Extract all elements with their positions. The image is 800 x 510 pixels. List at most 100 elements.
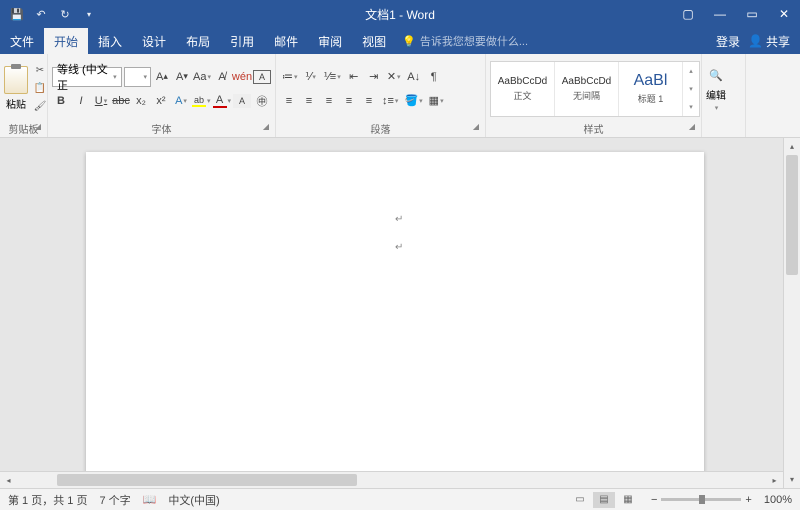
phonetic-guide-button[interactable]: wén [233, 67, 251, 87]
paste-button[interactable]: 粘贴 [4, 66, 28, 111]
tab-design[interactable]: 设计 [132, 28, 176, 54]
font-launcher-icon[interactable]: ◢ [263, 122, 269, 131]
clipboard-launcher-icon[interactable]: ◢ [35, 122, 41, 131]
borders-button[interactable]: ▦▾ [427, 91, 446, 111]
scroll-down-icon[interactable]: ▾ [784, 471, 800, 488]
language-status[interactable]: 中文(中国) [168, 492, 219, 508]
find-icon[interactable]: 🔍 [707, 65, 725, 85]
editing-more-icon[interactable]: ▾ [715, 104, 719, 112]
spellcheck-icon[interactable]: 📖 [143, 493, 157, 506]
tab-mailings[interactable]: 邮件 [264, 28, 308, 54]
vertical-scrollbar[interactable]: ▴ ▾ [783, 138, 800, 488]
justify-button[interactable]: ≡ [340, 91, 358, 111]
format-painter-icon[interactable]: 🖌 [32, 99, 48, 115]
subscript-button[interactable]: x₂ [132, 91, 150, 111]
enclose-char-button[interactable]: ㊥ [253, 91, 271, 111]
copy-icon[interactable]: 📋 [32, 81, 48, 97]
page[interactable]: ↵ ↵ [86, 152, 704, 488]
group-clipboard: 粘贴 ✂ 📋 🖌 剪贴板◢ [0, 54, 48, 137]
login-link[interactable]: 登录 [716, 33, 740, 50]
qat-more-icon[interactable]: ▾ [80, 5, 98, 23]
zoom-thumb[interactable] [699, 495, 705, 504]
align-left-button[interactable]: ≡ [280, 91, 298, 111]
decrease-indent-button[interactable]: ⇤ [345, 67, 363, 87]
bold-button[interactable]: B [52, 91, 70, 111]
styles-launcher-icon[interactable]: ◢ [689, 122, 695, 131]
change-case-button[interactable]: Aa▾ [193, 67, 211, 87]
multilevel-button[interactable]: ⅟≡▾ [322, 67, 343, 87]
style-heading1[interactable]: AaBl 标题 1 [619, 62, 683, 116]
line-spacing-button[interactable]: ↕≡▾ [380, 91, 400, 111]
zoom-level[interactable]: 100% [764, 494, 792, 506]
group-styles: AaBbCcDd 正文 AaBbCcDd 无间隔 AaBl 标题 1 ▴▾▾ 样… [486, 54, 702, 137]
maximize-icon[interactable]: ▭ [736, 0, 768, 28]
tab-layout[interactable]: 布局 [176, 28, 220, 54]
align-right-button[interactable]: ≡ [320, 91, 338, 111]
font-size-select[interactable]: ▾ [124, 67, 151, 87]
word-count[interactable]: 7 个字 [99, 492, 130, 508]
highlight-button[interactable]: ab▾ [192, 91, 211, 111]
style-name: 标题 1 [638, 92, 664, 105]
tab-insert[interactable]: 插入 [88, 28, 132, 54]
strikethrough-button[interactable]: abc [112, 91, 130, 111]
shading-button[interactable]: 🪣▾ [402, 91, 424, 111]
align-center-button[interactable]: ≡ [300, 91, 318, 111]
styles-group-label: 样式 [584, 125, 604, 136]
save-icon[interactable]: 💾 [8, 5, 26, 23]
zoom-track[interactable] [661, 498, 741, 501]
paragraph-launcher-icon[interactable]: ◢ [473, 122, 479, 131]
tab-references[interactable]: 引用 [220, 28, 264, 54]
underline-button[interactable]: U▾ [92, 91, 110, 111]
font-color-button[interactable]: A▾ [213, 91, 232, 111]
clear-format-button[interactable]: A̸ [213, 67, 231, 87]
close-icon[interactable]: ✕ [768, 0, 800, 28]
superscript-button[interactable]: x² [152, 91, 170, 111]
grow-font-button[interactable]: A▴ [153, 67, 171, 87]
tab-view[interactable]: 视图 [352, 28, 396, 54]
char-border-button[interactable]: A [253, 70, 271, 84]
scroll-right-icon[interactable]: ▸ [766, 472, 783, 488]
redo-icon[interactable]: ↻ [56, 5, 74, 23]
style-preview: AaBl [634, 72, 668, 90]
page-count[interactable]: 第 1 页，共 1 页 [8, 492, 87, 508]
text-effects-button[interactable]: A▾ [172, 91, 190, 111]
scroll-thumb[interactable] [786, 155, 798, 275]
tab-review[interactable]: 审阅 [308, 28, 352, 54]
scroll-left-icon[interactable]: ◂ [0, 472, 17, 488]
style-no-spacing[interactable]: AaBbCcDd 无间隔 [555, 62, 619, 116]
ribbon-options-icon[interactable]: ▢ [672, 0, 704, 28]
styles-gallery: AaBbCcDd 正文 AaBbCcDd 无间隔 AaBl 标题 1 ▴▾▾ [490, 61, 700, 117]
zoom-out-icon[interactable]: − [651, 494, 657, 506]
shrink-font-button[interactable]: A▾ [173, 67, 191, 87]
asian-layout-button[interactable]: ✕▾ [385, 67, 403, 87]
distribute-button[interactable]: ≡ [360, 91, 378, 111]
bullets-button[interactable]: ≔▾ [280, 67, 300, 87]
undo-icon[interactable]: ↶ [32, 5, 50, 23]
group-editing: 🔍 编辑 ▾ [702, 54, 746, 137]
zoom-slider[interactable]: − + [651, 494, 752, 506]
tab-file[interactable]: 文件 [0, 28, 44, 54]
tell-me-search[interactable]: 💡 告诉我您想要做什么... [402, 33, 528, 49]
read-mode-icon[interactable]: ▭ [569, 492, 591, 508]
font-name-select[interactable]: 等线 (中文正▾ [52, 67, 122, 87]
print-layout-icon[interactable]: ▤ [593, 492, 615, 508]
numbering-button[interactable]: ⅟▾ [302, 67, 320, 87]
style-normal[interactable]: AaBbCcDd 正文 [491, 62, 555, 116]
horizontal-scrollbar[interactable]: ◂ ▸ [0, 471, 783, 488]
scroll-thumb[interactable] [57, 474, 357, 486]
italic-button[interactable]: I [72, 91, 90, 111]
show-marks-button[interactable]: ¶ [425, 67, 443, 87]
scroll-up-icon[interactable]: ▴ [784, 138, 800, 155]
cut-icon[interactable]: ✂ [32, 63, 48, 79]
zoom-in-icon[interactable]: + [745, 494, 751, 506]
lightbulb-icon: 💡 [402, 35, 416, 48]
tell-me-placeholder: 告诉我您想要做什么... [420, 33, 528, 49]
increase-indent-button[interactable]: ⇥ [365, 67, 383, 87]
sort-button[interactable]: A↓ [405, 67, 423, 87]
tab-home[interactable]: 开始 [44, 28, 88, 54]
minimize-icon[interactable]: — [704, 0, 736, 28]
share-button[interactable]: 👤 共享 [748, 33, 790, 50]
styles-more-button[interactable]: ▴▾▾ [683, 62, 699, 116]
char-shading-button[interactable]: A [233, 94, 251, 108]
web-layout-icon[interactable]: ▦ [617, 492, 639, 508]
